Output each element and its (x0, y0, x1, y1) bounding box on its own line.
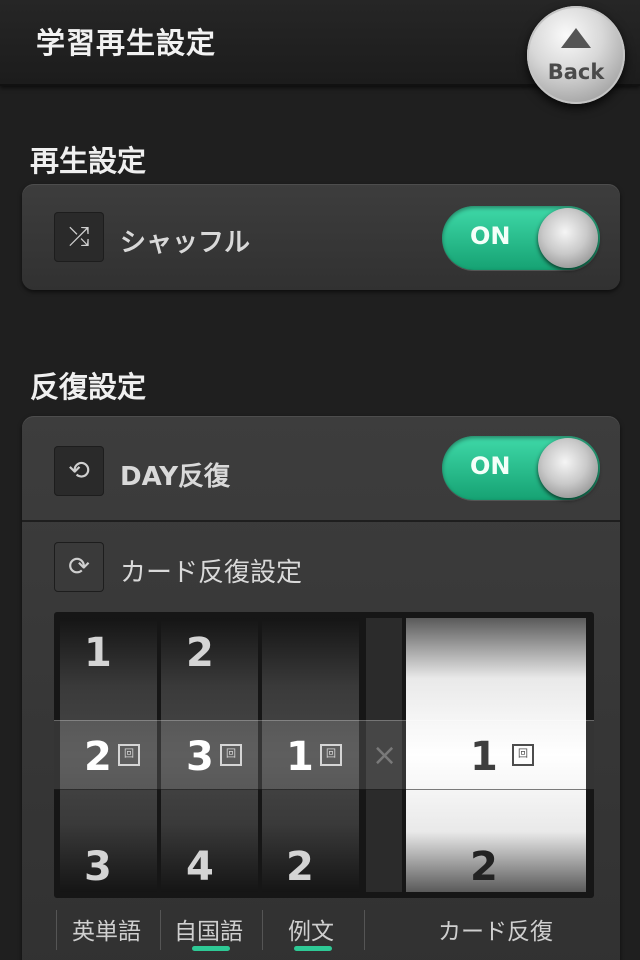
wheel-native-below: 4 (186, 844, 214, 890)
toggle-knob (538, 208, 598, 268)
wheel-example-below: 2 (286, 844, 314, 890)
column-separator (262, 910, 263, 950)
back-button[interactable]: Back (527, 6, 625, 104)
playback-section-title: 再生設定 (30, 144, 147, 178)
column-label-english[interactable]: 英単語 (72, 912, 141, 946)
unit-label: 回 (320, 744, 342, 766)
unit-label: 回 (512, 744, 534, 766)
repeat-section-title: 反復設定 (30, 370, 147, 404)
toggle-knob (538, 438, 598, 498)
card-repeat-label: カード反復設定 (120, 558, 303, 588)
wheel-english-below: 3 (84, 844, 112, 890)
shuffle-panel: ⤮ シャッフル ON (22, 184, 620, 290)
page-title: 学習再生設定 (36, 26, 217, 60)
repeat-count-picker: 1 2 回 3 2 3 回 4 1 回 2 × 1 回 2 (54, 612, 594, 898)
shuffle-toggle-text: ON (470, 222, 511, 250)
shuffle-icon: ⤮ (54, 212, 104, 262)
unit-label: 回 (220, 744, 242, 766)
back-button-label: Back (547, 60, 605, 84)
wheel-english-above: 1 (84, 630, 112, 676)
card-repeat-icon: ⟳ (54, 542, 104, 592)
wheel-card-below: 2 (470, 844, 498, 890)
row-divider (22, 520, 620, 522)
column-label-example[interactable]: 例文 (288, 912, 334, 946)
day-repeat-label: DAY反復 (120, 462, 231, 492)
unit-label: 回 (118, 744, 140, 766)
day-repeat-toggle[interactable]: ON (442, 436, 600, 500)
day-repeat-toggle-text: ON (470, 452, 511, 480)
repeat-icon: ⟲ (54, 446, 104, 496)
column-separator (56, 910, 57, 950)
column-label-native[interactable]: 自国語 (174, 912, 243, 946)
wheel-native-above: 2 (186, 630, 214, 676)
up-arrow-icon (561, 28, 591, 48)
times-symbol: × (372, 738, 398, 773)
shuffle-toggle[interactable]: ON (442, 206, 600, 270)
column-label-card-repeat[interactable]: カード反復 (438, 912, 553, 946)
shuffle-label: シャッフル (120, 228, 251, 258)
column-separator (160, 910, 161, 950)
column-separator (364, 910, 365, 950)
active-indicator (294, 946, 332, 951)
active-indicator (192, 946, 230, 951)
